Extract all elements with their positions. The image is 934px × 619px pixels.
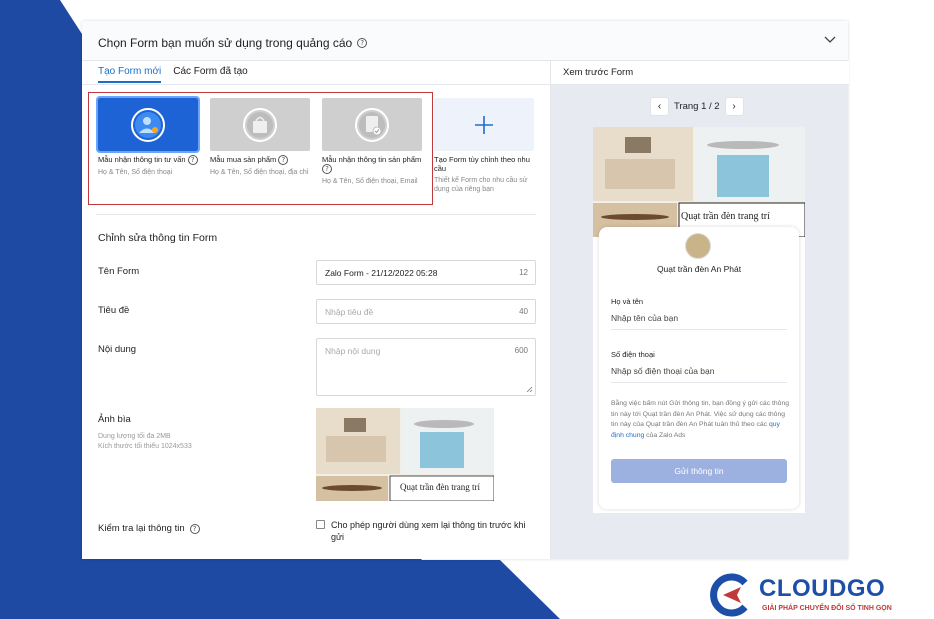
review-checkbox[interactable] bbox=[316, 520, 325, 529]
preview-name-input[interactable]: Nhập tên của bạn bbox=[611, 313, 787, 330]
chevron-down-icon[interactable] bbox=[824, 36, 836, 44]
cover-caption: Quạt trần đèn trang trí bbox=[400, 482, 480, 492]
resize-handle-icon[interactable] bbox=[526, 386, 533, 393]
tab-created-forms[interactable]: Các Form đã tạo bbox=[173, 61, 247, 83]
template-custom-name: Tạo Form tùy chỉnh theo nhu cầu bbox=[434, 155, 530, 173]
form-selector-panel: Chọn Form bạn muốn sử dụng trong quảng c… bbox=[82, 21, 849, 559]
panel-title: Chọn Form bạn muốn sử dụng trong quảng c… bbox=[98, 36, 368, 50]
form-name-value: Zalo Form - 21/12/2022 05:28 bbox=[325, 268, 438, 278]
tab-bar: Tạo Form mới Các Form đã tạo bbox=[98, 61, 248, 85]
help-icon[interactable]: ? bbox=[278, 155, 289, 165]
chevron-left-icon[interactable]: ‹ bbox=[651, 98, 668, 115]
review-option[interactable]: Cho phép người dùng xem lại thông tin tr… bbox=[316, 519, 536, 543]
preview-title: Xem trước Form bbox=[551, 61, 849, 85]
content-label: Nội dung bbox=[98, 344, 137, 355]
template-purchase[interactable]: Mẫu mua sản phẩm ? Họ & Tên, Số điện tho… bbox=[210, 98, 310, 177]
preview-phone-input[interactable]: Nhập số điện thoại của bạn bbox=[611, 366, 787, 383]
tab-divider bbox=[82, 84, 550, 85]
content-placeholder: Nhập nội dung bbox=[325, 346, 381, 356]
content-textarea[interactable]: Nhập nội dung 600 bbox=[316, 338, 536, 396]
person-icon bbox=[131, 107, 165, 142]
cover-image[interactable]: Quạt trần đèn trang trí bbox=[316, 408, 494, 501]
template-product-info[interactable]: Mẫu nhận thông tin sản phẩm ? Họ & Tên, … bbox=[322, 98, 422, 186]
subject-placeholder: Nhập tiêu đề bbox=[325, 307, 374, 317]
template-consult[interactable]: Mẫu nhận thông tin tư vấn ? Họ & Tên, Số… bbox=[96, 96, 200, 177]
shopping-bag-icon bbox=[243, 107, 277, 142]
template-custom-thumb bbox=[434, 98, 534, 151]
preview-pane: Xem trước Form ‹ Trang 1 / 2 › Quạt trần… bbox=[550, 61, 849, 559]
logo-name: CLOUDGO bbox=[759, 575, 886, 602]
help-icon[interactable]: ? bbox=[189, 523, 200, 534]
review-label: Kiểm tra lại thông tin ? bbox=[98, 523, 200, 534]
template-consult-desc: Họ & Tên, Số điện thoại bbox=[98, 169, 173, 176]
template-custom-desc: Thiết kế Form cho nhu cầu sử dụng của ri… bbox=[434, 177, 528, 193]
logo-tagline: GIẢI PHÁP CHUYỂN ĐỔI SỐ TINH GỌN bbox=[762, 605, 892, 612]
preview-cover-photo: Quạt trần đèn trang trí bbox=[593, 127, 805, 238]
help-icon[interactable]: ? bbox=[322, 164, 332, 174]
preview-cover-caption: Quạt trần đèn trang trí bbox=[681, 211, 770, 222]
chevron-right-icon[interactable]: › bbox=[725, 98, 743, 115]
preview-form-card: Quạt trần đèn An Phát Họ và tên Nhập tên… bbox=[599, 227, 799, 509]
template-purchase-desc: Họ & Tên, Số điện thoại, địa chỉ bbox=[210, 169, 309, 176]
help-icon[interactable]: ? bbox=[357, 38, 368, 48]
template-product-info-name-text: Mẫu nhận thông tin sản phẩm bbox=[322, 155, 422, 164]
brand-avatar bbox=[685, 233, 711, 259]
template-consult-name: Mẫu nhận thông tin tư vấn ? bbox=[98, 155, 198, 165]
subject-counter: 40 bbox=[519, 307, 528, 316]
preview-name-label: Họ và tên bbox=[611, 297, 644, 306]
panel-title-text: Chọn Form bạn muốn sử dụng trong quảng c… bbox=[98, 36, 353, 50]
form-name-counter: 12 bbox=[519, 268, 528, 277]
page-indicator: Trang 1 / 2 bbox=[674, 101, 720, 112]
review-checkbox-label: Cho phép người dùng xem lại thông tin tr… bbox=[331, 520, 526, 542]
cover-photo: Quạt trần đèn trang trí bbox=[316, 408, 494, 501]
cover-dimension-note: Kích thước tối thiểu 1024x533 bbox=[98, 443, 192, 450]
panel-header[interactable]: Chọn Form bạn muốn sử dụng trong quảng c… bbox=[82, 21, 848, 61]
template-purchase-thumb bbox=[210, 98, 310, 151]
policy-text-end: của Zalo Ads bbox=[644, 431, 686, 439]
document-icon bbox=[355, 107, 389, 142]
section-divider bbox=[96, 214, 536, 215]
cloudgo-logo-icon bbox=[710, 573, 748, 617]
content-counter: 600 bbox=[514, 346, 528, 355]
policy-text: Bằng việc bấm nút Gửi thông tin, bạn đồn… bbox=[611, 400, 790, 428]
tab-new-form[interactable]: Tạo Form mới bbox=[98, 61, 162, 83]
template-product-info-name: Mẫu nhận thông tin sản phẩm ? bbox=[322, 155, 422, 174]
template-custom[interactable]: Tạo Form tùy chỉnh theo nhu cầu Thiết kế… bbox=[434, 98, 534, 194]
template-purchase-name: Mẫu mua sản phẩm ? bbox=[210, 155, 310, 165]
plus-icon bbox=[475, 115, 493, 134]
subject-input[interactable]: Nhập tiêu đề 40 bbox=[316, 299, 536, 324]
cloudgo-logo: CLOUDGO GIẢI PHÁP CHUYỂN ĐỔI SỐ TINH GỌN bbox=[707, 573, 917, 617]
form-editor: Tạo Form mới Các Form đã tạo Mẫu nhận th… bbox=[82, 61, 550, 559]
template-product-info-thumb bbox=[322, 98, 422, 151]
preview-pager: ‹ Trang 1 / 2 › bbox=[651, 98, 743, 115]
form-name-label: Tên Form bbox=[98, 266, 140, 277]
preview-phone-label: Số điện thoại bbox=[611, 350, 655, 359]
form-name-input[interactable]: Zalo Form - 21/12/2022 05:28 12 bbox=[316, 260, 536, 285]
privacy-notice: Bằng việc bấm nút Gửi thông tin, bạn đồn… bbox=[611, 399, 789, 441]
template-consult-thumb bbox=[96, 96, 200, 153]
cover-size-note: Dung lượng tối đa 2MB bbox=[98, 433, 171, 440]
subject-label: Tiêu đề bbox=[98, 305, 130, 316]
review-label-text: Kiểm tra lại thông tin bbox=[98, 523, 185, 534]
template-purchase-name-text: Mẫu mua sản phẩm bbox=[210, 155, 277, 164]
cover-label: Ảnh bìa bbox=[98, 414, 131, 425]
brand-name: Quạt trần đèn An Phát bbox=[656, 264, 742, 274]
edit-section-title: Chỉnh sửa thông tin Form bbox=[98, 232, 218, 244]
template-consult-name-text: Mẫu nhận thông tin tư vấn bbox=[98, 155, 186, 164]
submit-button[interactable]: Gửi thông tin bbox=[611, 459, 787, 483]
phone-preview: Quạt trần đèn trang trí Quạt trần đèn An… bbox=[593, 127, 805, 513]
help-icon[interactable]: ? bbox=[187, 155, 198, 165]
template-product-info-desc: Họ & Tên, Số điện thoại, Email bbox=[322, 178, 418, 185]
